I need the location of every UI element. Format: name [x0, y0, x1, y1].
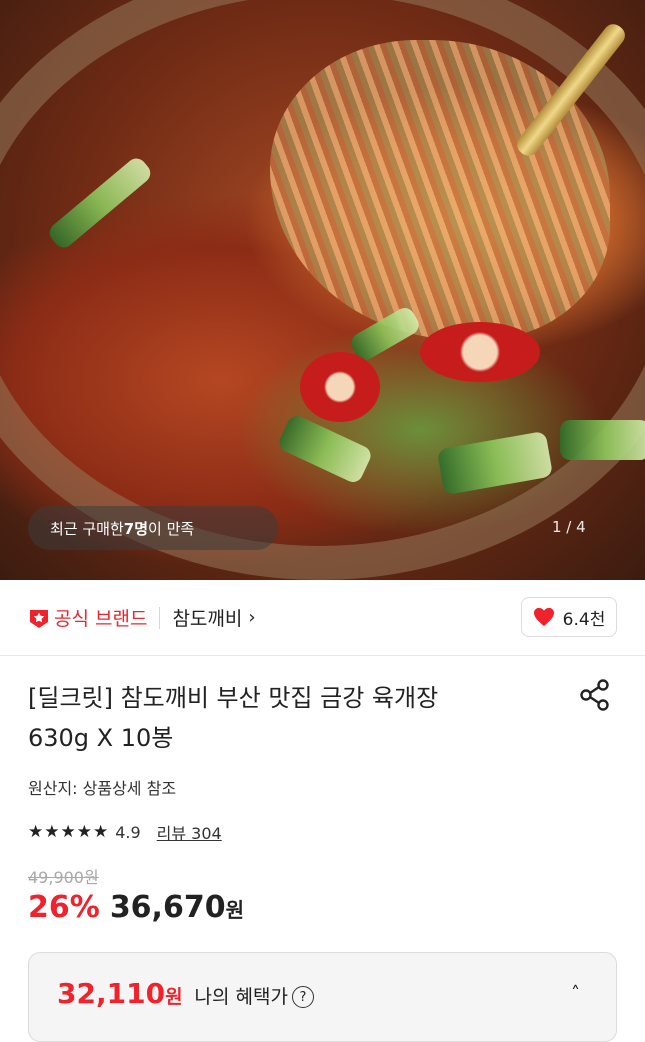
benefit-price-box[interactable]: 32,110 원 나의 혜택가 ? ˄: [28, 952, 617, 1042]
scallion-shape: [560, 420, 645, 460]
chevron-up-icon[interactable]: ˄: [571, 983, 580, 1004]
review-count: 7명: [123, 519, 149, 538]
discount-rate: 26%: [28, 890, 100, 925]
rating-value: 4.9: [115, 822, 141, 842]
rating-row: ★★★★★ 4.9 리뷰 304: [28, 820, 222, 844]
share-icon[interactable]: [578, 678, 612, 712]
product-title: [딜크릿] 참도깨비 부산 맛집 금강 육개장 630g X 10봉: [28, 678, 548, 758]
star-badge-icon: [30, 609, 48, 628]
benefit-price-unit: 원: [165, 986, 183, 1008]
product-title-line1: [딜크릿] 참도깨비 부산 맛집 금강 육개장: [28, 684, 439, 712]
image-page-counter: 1 / 4: [552, 518, 586, 536]
recent-buyers-pill: 최근 구매한 7명 이 만족: [28, 506, 278, 550]
origin-info: 원산지: 상품상세 참조: [28, 779, 177, 798]
review-suffix: 이 만족: [148, 519, 195, 538]
divider: [159, 606, 161, 629]
review-prefix: 최근 구매한: [50, 519, 124, 538]
product-title-line2: 630g X 10봉: [28, 724, 174, 752]
like-count: 6.4천: [562, 609, 606, 630]
original-price: 49,900원: [28, 868, 99, 887]
official-brand-label[interactable]: 공식 브랜드: [54, 604, 147, 631]
like-button[interactable]: 6.4천: [521, 597, 617, 637]
heart-icon: [533, 607, 554, 627]
product-image-carousel[interactable]: 최근 구매한 7명 이 만족 1 / 4: [0, 0, 645, 580]
chili-shape: [300, 352, 380, 422]
price-unit: 원: [225, 898, 244, 922]
review-count-link[interactable]: 리뷰 304: [157, 820, 222, 844]
price-row: 26% 36,670 원: [28, 890, 244, 925]
brand-row: 공식 브랜드 참도깨비 › 6.4천: [0, 580, 645, 656]
chevron-right-icon[interactable]: ›: [248, 607, 255, 628]
sale-price: 36,670: [109, 890, 226, 925]
question-circle-icon[interactable]: ?: [292, 986, 314, 1008]
benefit-price: 32,110: [57, 977, 166, 1010]
brand-name-link[interactable]: 참도깨비: [172, 604, 242, 631]
star-rating-icon: ★★★★★: [28, 822, 110, 842]
benefit-label: 나의 혜택가: [194, 986, 288, 1008]
chili-shape: [420, 322, 540, 382]
